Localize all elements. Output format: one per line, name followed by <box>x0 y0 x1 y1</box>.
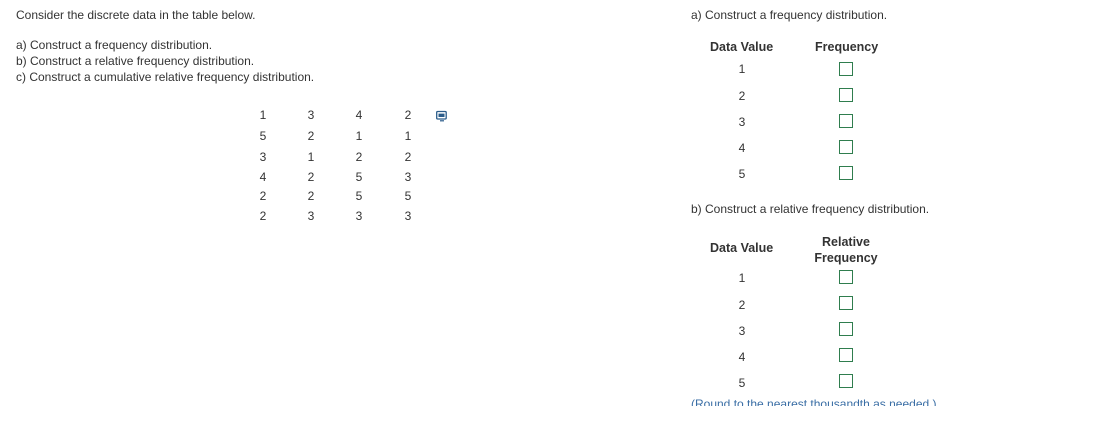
part-b-heading: b) Construct a relative frequency distri… <box>691 202 930 216</box>
data-cell: 3 <box>307 108 315 122</box>
part-a-frequency-input[interactable] <box>839 62 853 76</box>
data-cell: 3 <box>404 209 412 223</box>
relative-header-line1: Relative <box>822 235 870 249</box>
part-a-data-value-header: Data Value <box>710 40 774 54</box>
part-a-heading: a) Construct a frequency distribution. <box>691 8 888 22</box>
data-cell: 1 <box>307 150 315 164</box>
data-cell: 2 <box>404 108 412 122</box>
copy-icon[interactable] <box>436 110 448 122</box>
data-cell: 5 <box>355 170 363 184</box>
part-a-frequency-header: Frequency <box>815 40 879 54</box>
part-b-value: 1 <box>738 271 746 285</box>
data-cell: 1 <box>355 129 363 143</box>
part-b-data-value-header: Data Value <box>710 241 774 255</box>
data-cell: 3 <box>404 170 412 184</box>
part-a-value: 1 <box>738 62 746 76</box>
data-cell: 1 <box>404 129 412 143</box>
part-b-relative-frequency-input[interactable] <box>839 322 853 336</box>
part-b-relative-frequency-header: Relative Frequency <box>813 234 879 266</box>
part-a-value: 3 <box>738 115 746 129</box>
part-a-frequency-input[interactable] <box>839 114 853 128</box>
data-cell: 2 <box>307 189 315 203</box>
part-b-value: 5 <box>738 376 746 390</box>
task-c: c) Construct a cumulative relative frequ… <box>16 70 315 84</box>
data-cell: 3 <box>307 209 315 223</box>
part-b-relative-frequency-input[interactable] <box>839 296 853 310</box>
part-b-value: 4 <box>738 350 746 364</box>
part-a-frequency-input[interactable] <box>839 140 853 154</box>
part-a-value: 2 <box>738 89 746 103</box>
data-cell: 1 <box>259 108 267 122</box>
data-cell: 2 <box>307 170 315 184</box>
part-a-value: 4 <box>738 141 746 155</box>
part-a-value: 5 <box>738 167 746 181</box>
part-b-value: 3 <box>738 324 746 338</box>
data-cell: 3 <box>355 209 363 223</box>
task-b: b) Construct a relative frequency distri… <box>16 54 255 68</box>
data-cell: 2 <box>404 150 412 164</box>
data-cell: 2 <box>307 129 315 143</box>
data-cell: 2 <box>259 189 267 203</box>
rounding-note: (Round to the nearest thousandth as need… <box>691 397 937 406</box>
part-b-value: 2 <box>738 298 746 312</box>
data-cell: 3 <box>259 150 267 164</box>
part-b-relative-frequency-input[interactable] <box>839 270 853 284</box>
data-cell: 4 <box>355 108 363 122</box>
relative-header-line2: Frequency <box>814 251 878 265</box>
part-b-relative-frequency-input[interactable] <box>839 374 853 388</box>
task-a: a) Construct a frequency distribution. <box>16 38 213 52</box>
data-cell: 2 <box>355 150 363 164</box>
data-cell: 2 <box>259 209 267 223</box>
data-cell: 5 <box>404 189 412 203</box>
problem-intro: Consider the discrete data in the table … <box>16 8 256 22</box>
task-list: a) Construct a frequency distribution. b… <box>16 37 314 85</box>
part-a-frequency-input[interactable] <box>839 166 853 180</box>
data-cell: 5 <box>259 129 267 143</box>
data-cell: 4 <box>259 170 267 184</box>
part-b-relative-frequency-input[interactable] <box>839 348 853 362</box>
part-a-frequency-input[interactable] <box>839 88 853 102</box>
data-cell: 5 <box>355 189 363 203</box>
